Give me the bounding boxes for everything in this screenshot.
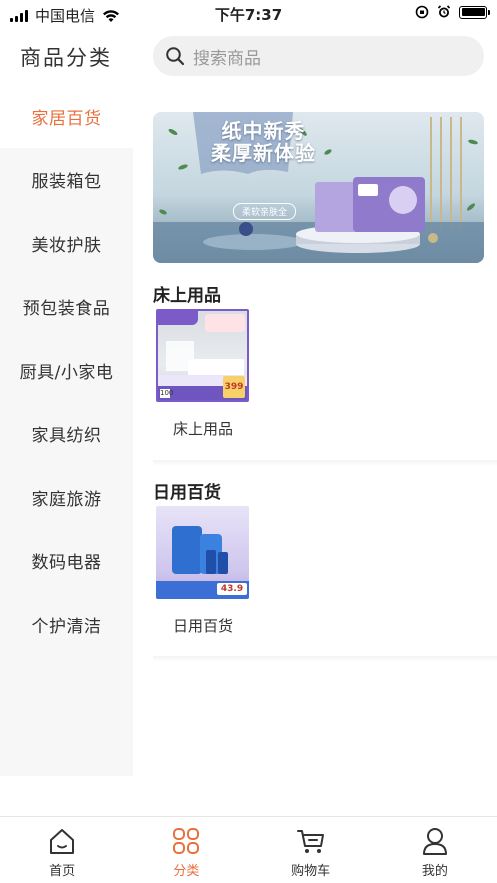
category-sidebar: 家居百货 服装箱包 美妆护肤 预包装食品 厨具/小家电 家具纺织 家庭旅游 数码… (0, 84, 133, 776)
sidebar-item-digital-electronics[interactable]: 数码电器 (0, 529, 133, 593)
section-daily-goods: 日用百货 43.9 日用百货 (153, 478, 497, 635)
sidebar-item-family-travel[interactable]: 家庭旅游 (0, 466, 133, 530)
section-bedding: 床上用品 100 399 床上用品 (153, 281, 497, 438)
section-title: 床上用品 (153, 286, 221, 306)
product-label: 床上用品 (172, 420, 233, 438)
section-divider (153, 460, 497, 466)
category-icon (173, 828, 200, 854)
banner-title: 纸中新秀 柔厚新体验 (211, 119, 316, 165)
product-thumbnail: 100 399 (156, 309, 249, 402)
nav-label: 首页 (49, 864, 76, 879)
sidebar-item-label: 厨具/小家电 (19, 362, 114, 383)
product-label: 日用百货 (172, 617, 233, 635)
sidebar-item-home-goods[interactable]: 家居百货 (0, 84, 133, 148)
product-thumbnail: 43.9 (156, 506, 249, 599)
page-title: 商品分类 (20, 46, 112, 70)
banner-background (153, 112, 484, 263)
sidebar-item-apparel-bags[interactable]: 服装箱包 (0, 148, 133, 212)
sidebar-item-packaged-food[interactable]: 预包装食品 (0, 275, 133, 339)
orientation-lock-icon (415, 5, 429, 19)
battery-icon (459, 5, 490, 19)
sidebar-item-beauty-skincare[interactable]: 美妆护肤 (0, 212, 133, 276)
nav-profile[interactable]: 我的 (373, 817, 497, 883)
nav-cart[interactable]: 购物车 (249, 817, 373, 883)
status-bar: 中国电信 下午7:37 (0, 0, 497, 28)
nav-category[interactable]: 分类 (124, 817, 248, 883)
sidebar-item-label: 个护清洁 (31, 616, 102, 637)
sidebar-item-label: 家具纺织 (31, 426, 102, 447)
sidebar-item-furniture-textile[interactable]: 家具纺织 (0, 402, 133, 466)
section-title: 日用百货 (153, 483, 221, 503)
nav-label: 购物车 (291, 864, 331, 879)
home-icon (50, 829, 75, 854)
product-card[interactable]: 100 399 床上用品 (153, 309, 253, 439)
search-input[interactable]: 搜索商品 (153, 36, 484, 76)
sidebar-item-label: 预包装食品 (22, 299, 111, 320)
cart-icon (296, 830, 324, 853)
alarm-icon (437, 5, 451, 18)
product-card[interactable]: 43.9 日用百货 (153, 506, 253, 636)
nav-label: 分类 (173, 864, 200, 879)
sidebar-item-label: 数码电器 (31, 553, 102, 574)
sidebar-item-kitchen-appliances[interactable]: 厨具/小家电 (0, 339, 133, 403)
bottom-nav: 首页 分类 购物车 我的 (0, 816, 497, 883)
section-divider (153, 656, 497, 662)
promo-badge: 100 (160, 389, 174, 398)
search-icon (166, 47, 185, 66)
sidebar-item-label: 美妆护肤 (31, 235, 102, 256)
user-icon (422, 828, 447, 855)
price-badge: 43.9 (217, 583, 247, 595)
banner-tag: 柔软亲肤全 (233, 203, 297, 220)
sidebar-item-label: 家庭旅游 (31, 489, 102, 510)
search-placeholder: 搜索商品 (193, 48, 261, 69)
status-right (415, 5, 490, 19)
category-content: 纸中新秀 柔厚新体验 柔软亲肤全 床上用品 100 399 床上用品 日用百货 (133, 84, 497, 776)
price-badge: 399 (223, 376, 245, 398)
sidebar-item-label: 服装箱包 (31, 172, 102, 193)
nav-home[interactable]: 首页 (0, 817, 124, 883)
promo-banner[interactable]: 纸中新秀 柔厚新体验 柔软亲肤全 (153, 112, 484, 263)
nav-label: 我的 (421, 864, 448, 879)
sidebar-item-personal-care[interactable]: 个护清洁 (0, 593, 133, 657)
header: 商品分类 搜索商品 (0, 28, 497, 84)
sidebar-item-label: 家居百货 (31, 108, 102, 129)
